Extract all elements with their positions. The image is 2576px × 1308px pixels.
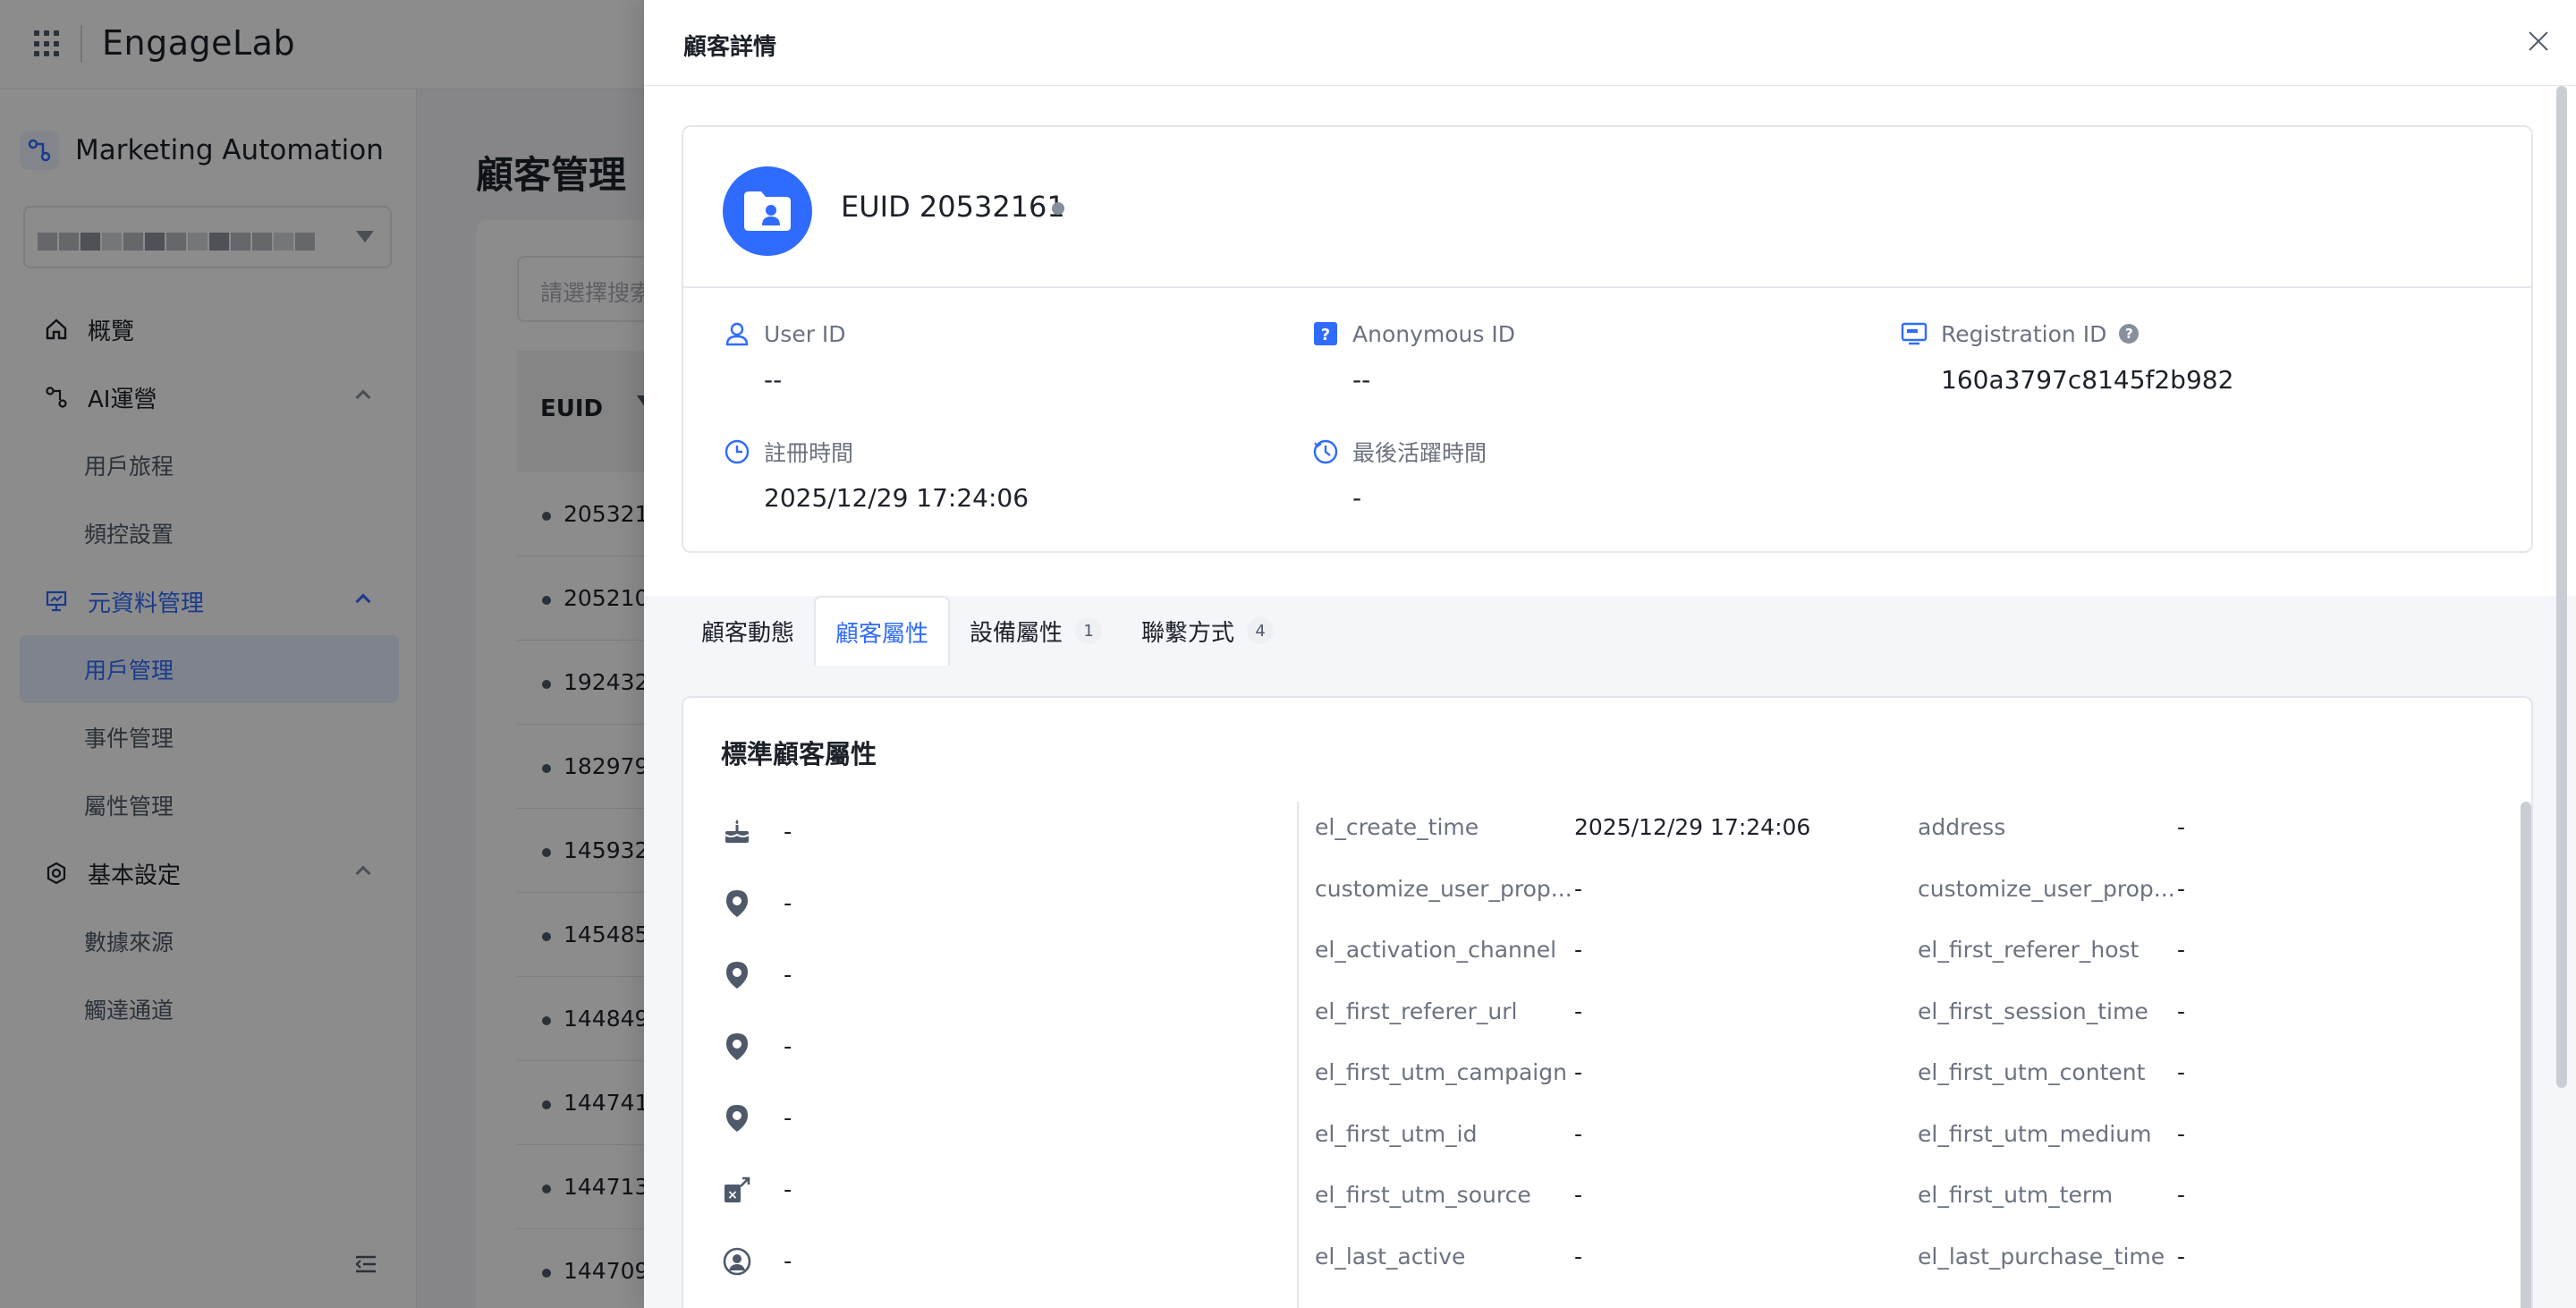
tab-customer-attributes[interactable]: 顧客屬性: [814, 596, 951, 666]
birthday-cake-icon: [721, 816, 753, 848]
tab-device-attributes[interactable]: 設備屬性 1: [950, 596, 1122, 666]
device-icon: [1900, 319, 1928, 348]
location-pin-icon: [721, 888, 753, 920]
drawer-body: EUID 20532161 User ID -- ? Anonymous ID: [644, 86, 2576, 1308]
user-circle-icon: [721, 1245, 753, 1278]
detail-tabs: 顧客動態 顧客屬性 設備屬性 1 聯繫方式 4: [682, 596, 1293, 666]
tab-count-badge: 4: [1247, 617, 1275, 644]
last-active-field: 最後活躍時間 -: [1311, 437, 1884, 513]
table-row: el_activation_channel - el_first_referer…: [1315, 937, 2186, 963]
user-id-label: User ID: [764, 320, 846, 347]
list-item: -: [721, 868, 1275, 939]
table-row: el_create_time 2025/12/29 17:24:06 addre…: [1315, 814, 2186, 840]
profile-card: EUID 20532161 User ID -- ? Anonymous ID: [682, 125, 2533, 553]
location-pin-icon: [721, 959, 753, 991]
table-row: el_first_utm_source - el_first_utm_term …: [1315, 1182, 2186, 1208]
attributes-scrollbar[interactable]: [2521, 802, 2531, 1308]
standard-attributes-card: 標準顧客屬性 - - - - - × - - el_create_time 20…: [682, 696, 2533, 1308]
table-row: el_last_session_time - el_purchase_amoun…: [1315, 1292, 2513, 1308]
drawer-scrollbar[interactable]: [2556, 86, 2567, 1088]
register-time-field: 註冊時間 2025/12/29 17:24:06: [723, 437, 1295, 513]
svg-text:?: ?: [1321, 326, 1330, 344]
tab-customer-activity[interactable]: 顧客動態: [682, 596, 814, 666]
history-clock-icon: [1311, 437, 1340, 466]
list-item: -: [721, 796, 1275, 868]
clock-icon: [723, 437, 751, 466]
list-item: -: [721, 939, 1275, 1011]
last-active-value: -: [1352, 483, 1362, 513]
attributes-section-title: 標準顧客屬性: [721, 739, 877, 769]
location-pin-icon: [721, 1031, 753, 1063]
drawer-title: 顧客詳情: [683, 34, 777, 61]
drawer-header: 顧客詳情: [644, 0, 2576, 86]
registration-id-field: Registration ID ? 160a3797c8145f2b982: [1900, 319, 2472, 395]
avatar: [723, 166, 812, 256]
user-id-field: User ID --: [723, 319, 1295, 395]
register-time-label: 註冊時間: [764, 440, 854, 466]
register-time-value: 2025/12/29 17:24:06: [764, 483, 1030, 513]
user-icon: [723, 319, 751, 348]
status-dot: [1052, 202, 1064, 215]
close-icon[interactable]: [2524, 27, 2553, 55]
divider: [1297, 802, 1299, 1308]
registration-id-label: Registration ID: [1941, 320, 2107, 347]
user-id-value: --: [764, 365, 783, 395]
list-item: × -: [721, 1154, 1275, 1226]
profile-header: EUID 20532161: [683, 127, 2531, 288]
anonymous-id-field: ? Anonymous ID --: [1311, 319, 1884, 395]
icon-attribute-list: - - - - - × - -: [721, 796, 1275, 1297]
table-row: el_first_utm_id - el_first_utm_medium -: [1315, 1120, 2186, 1147]
location-pin-icon: [721, 1102, 753, 1134]
anonymous-id-label: Anonymous ID: [1352, 320, 1515, 347]
gender-icon: ×: [721, 1174, 753, 1206]
svg-text:×: ×: [727, 1188, 738, 1202]
help-icon[interactable]: ?: [2119, 324, 2140, 344]
anonymous-user-icon: ?: [1311, 319, 1340, 348]
table-row: customize_user_prop... - customize_user_…: [1315, 875, 2186, 902]
table-row: el_first_referer_url - el_first_session_…: [1315, 998, 2186, 1024]
euid-title: EUID 20532161: [841, 190, 1065, 224]
anonymous-id-value: --: [1352, 365, 1371, 395]
tab-contact-methods[interactable]: 聯繫方式 4: [1122, 596, 1293, 666]
list-item: -: [721, 1011, 1275, 1083]
table-row: el_first_utm_campaign - el_first_utm_con…: [1315, 1059, 2186, 1085]
last-active-label: 最後活躍時間: [1352, 440, 1487, 466]
table-row: el_last_active - el_last_purchase_time -: [1315, 1243, 2186, 1270]
registration-id-value: 160a3797c8145f2b982: [1941, 365, 2234, 395]
customer-detail-drawer: 顧客詳情 EUID 20532161 User ID -- ? Anonymou…: [644, 0, 2576, 1308]
tab-count-badge: 1: [1075, 617, 1103, 644]
list-item: -: [721, 1226, 1275, 1297]
attribute-table: el_create_time 2025/12/29 17:24:06 addre…: [1315, 802, 2513, 1308]
list-item: -: [721, 1083, 1275, 1154]
